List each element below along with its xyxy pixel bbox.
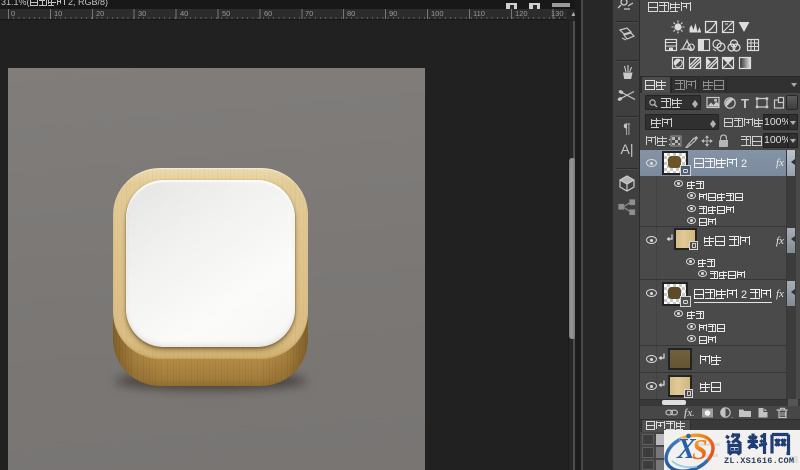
svg-text:S: S (692, 435, 708, 466)
svg-text:ZL.XS1616.COM: ZL.XS1616.COM (724, 456, 794, 466)
svg-text:T: T (741, 96, 749, 110)
svg-text:.: . (731, 411, 733, 419)
svg-text:fx.: fx. (684, 408, 694, 419)
